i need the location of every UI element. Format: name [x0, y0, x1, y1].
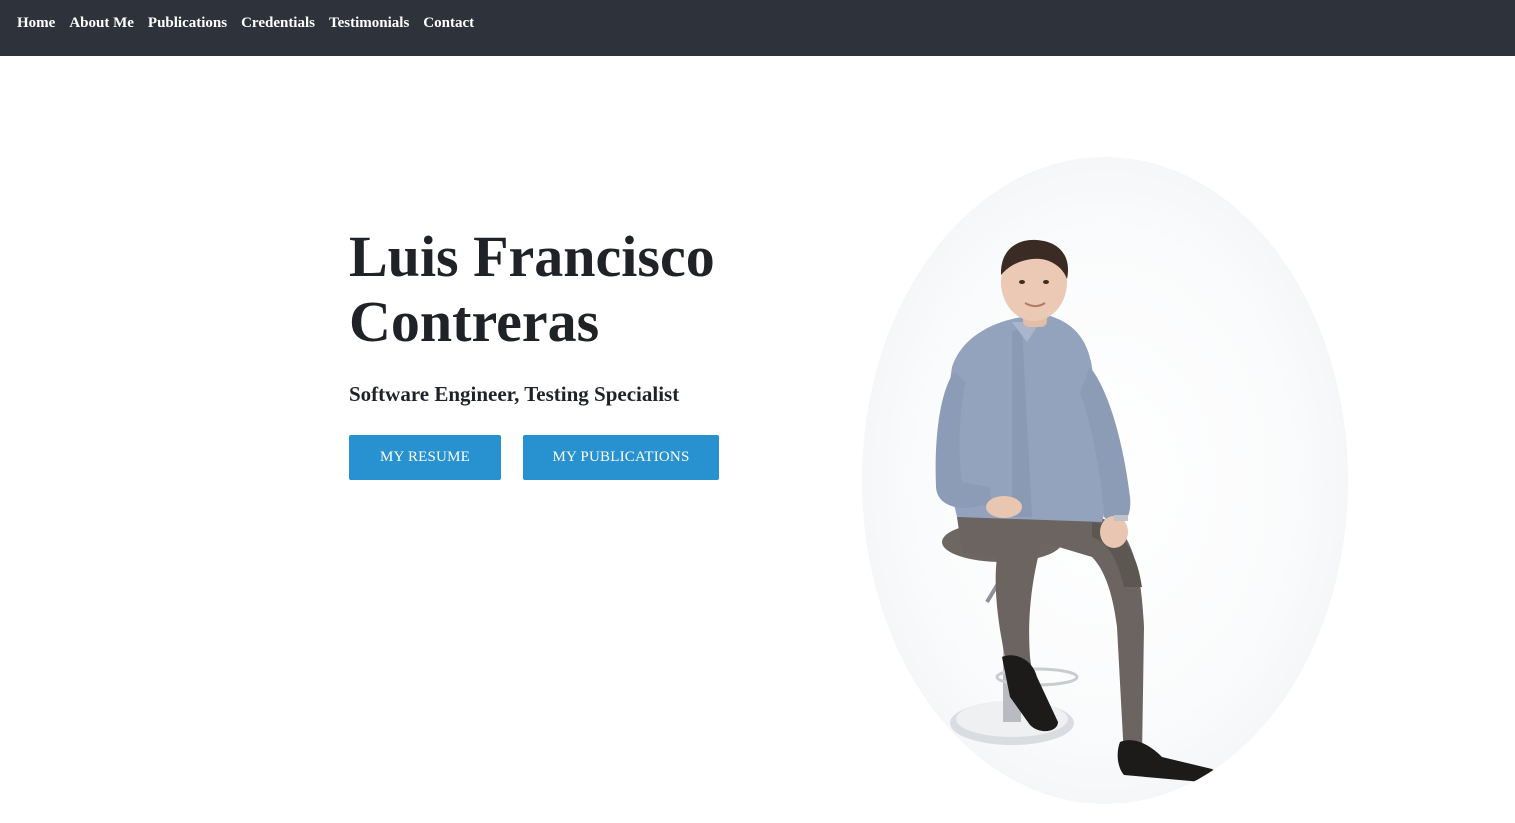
nav-link-testimonials[interactable]: Testimonials	[329, 15, 409, 32]
profile-portrait	[862, 157, 1348, 804]
my-resume-button[interactable]: MY RESUME	[349, 435, 501, 480]
nav-menu: Home About Me Publications Credentials T…	[0, 0, 488, 56]
my-publications-button[interactable]: MY PUBLICATIONS	[523, 435, 719, 480]
hero-section: Luis Francisco Contreras Software Engine…	[349, 224, 809, 480]
hero-title: Luis Francisco Contreras	[349, 224, 809, 354]
hero-title-line-1: Luis Francisco	[349, 224, 715, 289]
nav-link-home[interactable]: Home	[17, 15, 55, 32]
nav-link-contact[interactable]: Contact	[423, 15, 474, 32]
hero-subtitle: Software Engineer, Testing Specialist	[349, 382, 680, 406]
nav-link-credentials[interactable]: Credentials	[241, 15, 315, 32]
top-navbar: Home About Me Publications Credentials T…	[0, 0, 1515, 56]
nav-link-publications[interactable]: Publications	[148, 15, 227, 32]
nav-link-about-me[interactable]: About Me	[69, 15, 134, 32]
person-seated-photo-icon	[935, 239, 1218, 782]
hero-title-line-2: Contreras	[349, 289, 600, 354]
